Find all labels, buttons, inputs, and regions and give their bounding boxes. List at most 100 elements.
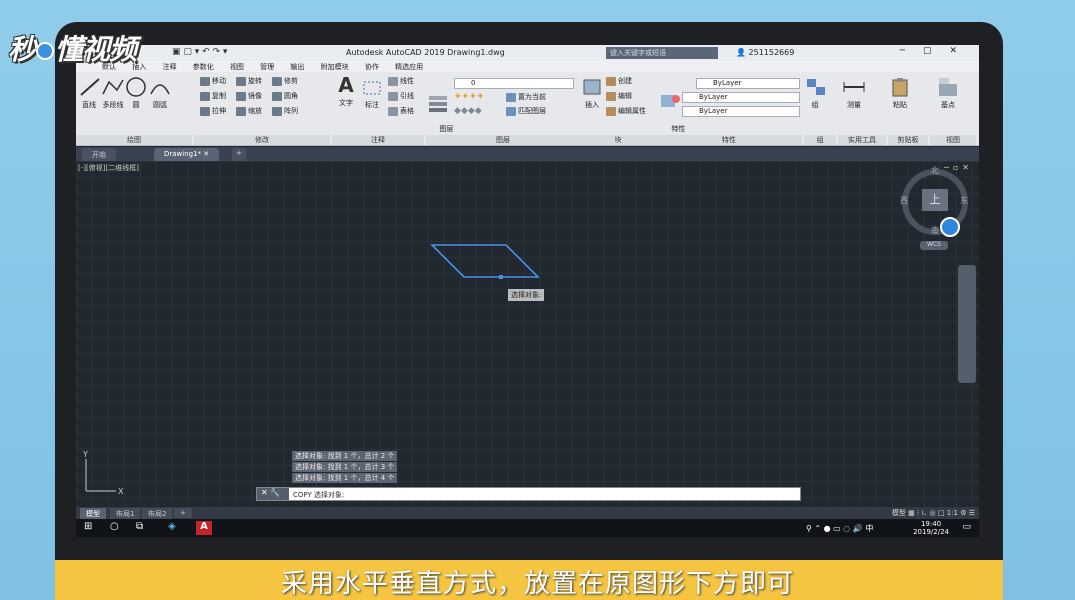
stretch-button[interactable]: 拉伸 bbox=[200, 106, 226, 116]
parallelogram-shape[interactable] bbox=[428, 241, 548, 291]
circle-button[interactable]: 圆 bbox=[124, 76, 148, 110]
make-current-button[interactable]: 置为当前 bbox=[506, 92, 546, 102]
status-toolbar[interactable]: 模型 ▦ ⁝ ∟ ◎ □ 1:1 ⚙ ☰ bbox=[892, 508, 975, 518]
color-dropdown[interactable]: ByLayer bbox=[696, 78, 800, 89]
group-panel-title[interactable]: 组 bbox=[804, 135, 836, 145]
layer-tools-icons[interactable]: ✦✦✦✦ bbox=[454, 92, 484, 102]
stretch-icon bbox=[200, 106, 210, 116]
snap-icon[interactable]: ⁝ bbox=[917, 509, 919, 517]
mirror-button[interactable]: 镜像 bbox=[236, 91, 262, 101]
polyline-button[interactable]: 多段线 bbox=[100, 76, 126, 110]
command-input[interactable]: COPY 选择对象: bbox=[293, 490, 344, 500]
trim-button[interactable]: 修剪 bbox=[272, 76, 298, 86]
lineweight-dropdown[interactable]: ByLayer bbox=[682, 106, 800, 117]
move-button[interactable]: 移动 bbox=[200, 76, 226, 86]
group-button[interactable]: 组 bbox=[804, 76, 826, 110]
base-point-button[interactable]: 基点 bbox=[934, 76, 962, 110]
drawing-canvas[interactable]: [-][俯视][二维线框] ─▫✕ 上 北 南 东 西 WCS 选择对象: Y … bbox=[76, 161, 979, 507]
text-button[interactable]: A 文字 bbox=[334, 74, 358, 108]
match-layer-button[interactable]: 匹配图层 bbox=[506, 106, 546, 116]
table-button[interactable]: 表格 bbox=[388, 106, 414, 116]
tab-start[interactable]: 开始 bbox=[82, 148, 116, 161]
dimension-button[interactable]: 标注 bbox=[360, 76, 384, 110]
menu-output[interactable]: 输出 bbox=[290, 63, 304, 71]
close-icon[interactable]: ✕ bbox=[203, 150, 209, 158]
create-block-button[interactable]: 创建 bbox=[606, 76, 632, 86]
viewcube-top[interactable]: 上 bbox=[922, 189, 948, 211]
layers-panel-title[interactable]: 图层 bbox=[426, 135, 580, 145]
annotation-panel-title[interactable]: 注释 bbox=[332, 135, 424, 145]
windows-start-icon[interactable]: ⊞ bbox=[84, 521, 92, 532]
wcs-menu[interactable]: WCS bbox=[920, 241, 948, 250]
layer-dropdown[interactable]: 0 bbox=[454, 78, 574, 89]
new-tab-button[interactable]: + bbox=[232, 148, 246, 161]
notification-icon[interactable]: ▭ bbox=[962, 522, 971, 532]
scale-button[interactable]: 缩放 bbox=[236, 106, 262, 116]
table-label: 表格 bbox=[400, 107, 414, 115]
menu-collaborate[interactable]: 协作 bbox=[365, 63, 379, 71]
line-button[interactable]: 直线 bbox=[78, 76, 100, 110]
search-input[interactable]: 键入关键字或短语 bbox=[606, 47, 718, 59]
ime-indicator[interactable]: 中 bbox=[865, 524, 873, 533]
cursor-tooltip: 选择对象: bbox=[508, 289, 545, 301]
circle-icon bbox=[126, 77, 146, 97]
model-space-button[interactable]: 模型 bbox=[892, 509, 906, 517]
command-line[interactable]: ✕ 🔧 COPY 选择对象: bbox=[256, 487, 801, 501]
command-line-buttons[interactable]: ✕ 🔧 bbox=[257, 488, 289, 500]
clipboard-panel-title[interactable]: 剪贴板 bbox=[888, 135, 928, 145]
view-panel-title[interactable]: 视图 bbox=[930, 135, 976, 145]
tab-drawing1[interactable]: Drawing1* ✕ bbox=[154, 148, 220, 161]
menu-view[interactable]: 视图 bbox=[230, 63, 244, 71]
add-layout-button[interactable]: + bbox=[174, 508, 192, 518]
properties-panel-title[interactable]: 特性 bbox=[656, 135, 802, 145]
linear-button[interactable]: 线性 bbox=[388, 76, 414, 86]
viewport-window-controls[interactable]: ─▫✕ bbox=[944, 163, 973, 172]
window-controls[interactable]: ─▢✕ bbox=[900, 46, 975, 56]
navigation-bar[interactable] bbox=[958, 265, 976, 383]
quick-access-toolbar[interactable]: ▣ ▢ ▾ ↶ ↷ ▾ bbox=[172, 47, 227, 57]
system-tray-icons[interactable]: ⚲ ⌃ ● ▭ ◌ 🔊 中 bbox=[806, 523, 873, 534]
linetype-dropdown[interactable]: ByLayer bbox=[682, 92, 800, 103]
customize-icon[interactable]: ☰ bbox=[969, 509, 975, 517]
ortho-icon[interactable]: ∟ bbox=[921, 509, 927, 517]
app-icon[interactable]: ◈ bbox=[168, 521, 176, 532]
paste-button[interactable]: 粘贴 bbox=[888, 76, 912, 110]
grip-point[interactable] bbox=[499, 275, 503, 279]
task-view-icon[interactable]: ⧉ bbox=[136, 521, 143, 532]
compass-west[interactable]: 西 bbox=[900, 195, 908, 206]
copy-button[interactable]: 复制 bbox=[200, 91, 226, 101]
viewport-label[interactable]: [-][俯视][二维线框] bbox=[78, 163, 139, 173]
compass-east[interactable]: 东 bbox=[960, 195, 968, 206]
menu-featured[interactable]: 精选应用 bbox=[395, 63, 423, 71]
measure-button[interactable]: 测量 bbox=[842, 76, 866, 110]
insert-button[interactable]: 插入 bbox=[580, 76, 604, 110]
menu-addins[interactable]: 附加模块 bbox=[321, 63, 349, 71]
annotation-scale[interactable]: 1:1 bbox=[947, 509, 958, 517]
menu-parametric[interactable]: 参数化 bbox=[193, 63, 214, 71]
settings-icon[interactable]: ⚙ bbox=[960, 509, 966, 517]
modify-panel-title[interactable]: 修改 bbox=[194, 135, 330, 145]
compass-north[interactable]: 北 bbox=[931, 165, 939, 176]
edit-attributes-button[interactable]: 编辑属性 bbox=[606, 106, 646, 116]
cortana-search-icon[interactable]: ○ bbox=[110, 521, 119, 532]
autocad-taskbar-icon[interactable]: A bbox=[196, 521, 212, 535]
polar-icon[interactable]: ◎ bbox=[930, 509, 936, 517]
make-current-label: 置为当前 bbox=[518, 93, 546, 101]
rotate-button[interactable]: 旋转 bbox=[236, 76, 262, 86]
arc-button[interactable]: 圆弧 bbox=[148, 76, 172, 110]
fillet-button[interactable]: 圆角 bbox=[272, 91, 298, 101]
layer-tools-icons-2[interactable]: ◆◆◆◆ bbox=[454, 106, 482, 116]
taskbar-clock[interactable]: 19:40 2019/2/24 bbox=[913, 520, 949, 536]
array-button[interactable]: 阵列 bbox=[272, 106, 298, 116]
edit-block-button[interactable]: 编辑 bbox=[606, 91, 632, 101]
compass-south[interactable]: 南 bbox=[931, 225, 939, 236]
menu-manage[interactable]: 管理 bbox=[260, 63, 274, 71]
osnap-icon[interactable]: □ bbox=[938, 509, 945, 517]
draw-panel-title[interactable]: 绘图 bbox=[76, 135, 192, 145]
base-point-label: 基点 bbox=[941, 101, 955, 109]
leader-button[interactable]: 引线 bbox=[388, 91, 414, 101]
block-panel-title[interactable]: 块 bbox=[580, 135, 656, 145]
utilities-panel-title[interactable]: 实用工具 bbox=[838, 135, 886, 145]
grid-icon[interactable]: ▦ bbox=[908, 509, 915, 517]
user-account[interactable]: 👤 251152669 bbox=[736, 48, 794, 57]
